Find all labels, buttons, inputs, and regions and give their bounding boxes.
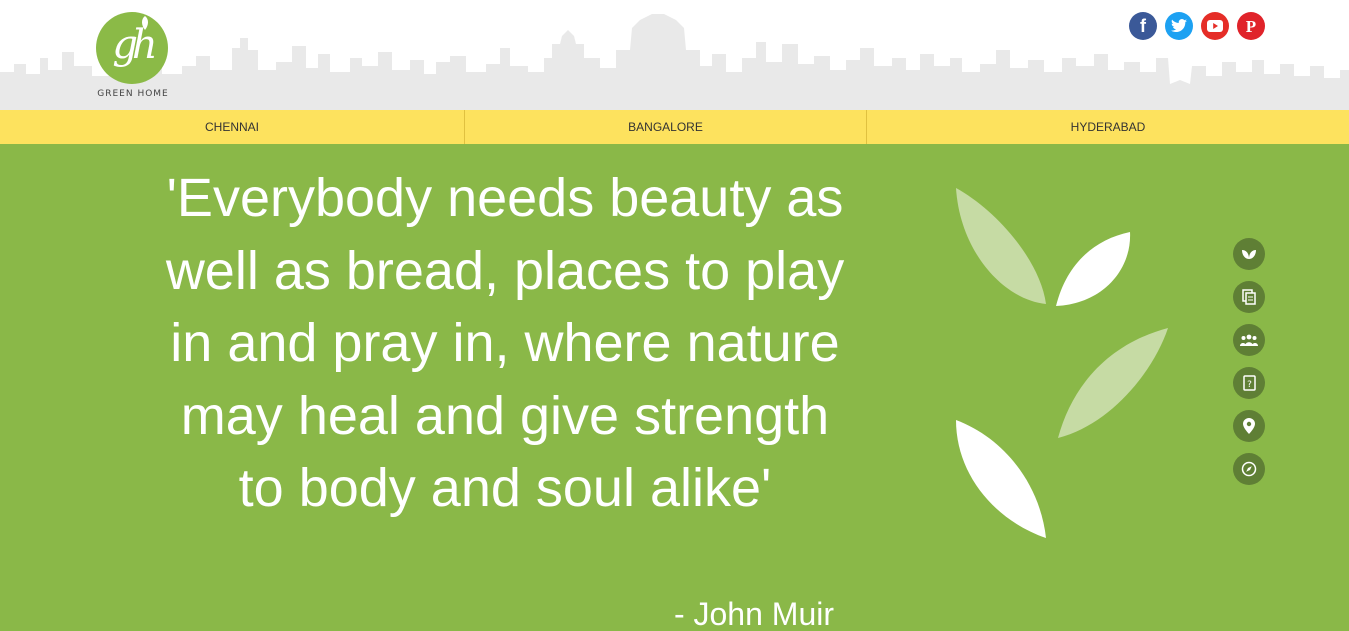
svg-text:?: ?	[1247, 380, 1252, 390]
green-home-logo[interactable]: gh GREEN HOME	[94, 12, 172, 102]
leaf-icon	[142, 16, 148, 30]
youtube-icon[interactable]	[1201, 12, 1229, 40]
location-pin-icon[interactable]	[1233, 410, 1265, 442]
compass-icon[interactable]	[1233, 453, 1265, 485]
twitter-icon[interactable]	[1165, 12, 1193, 40]
site-header: gh GREEN HOME f P	[0, 0, 1349, 110]
nav-item-hyderabad[interactable]: HYDERABAD	[866, 110, 1349, 144]
leaf-shape	[1056, 232, 1131, 306]
leaf-shape	[956, 188, 1046, 304]
nav-item-chennai[interactable]: CHENNAI	[0, 110, 464, 144]
pinterest-icon[interactable]: P	[1237, 12, 1265, 40]
logo-mark: gh	[112, 22, 157, 68]
logo-text: GREEN HOME	[97, 89, 169, 99]
hero-quote: 'Everybody needs beauty as well as bread…	[165, 168, 845, 518]
facebook-icon[interactable]: f	[1129, 12, 1157, 40]
leaf-shape	[1058, 328, 1168, 438]
side-navigation: ?	[1233, 238, 1265, 496]
logo-badge: gh	[96, 12, 168, 84]
nav-item-bangalore[interactable]: BANGALORE	[464, 110, 866, 144]
leaf-shape	[956, 420, 1046, 538]
leaf-icon[interactable]	[1233, 238, 1265, 270]
city-nav: CHENNAI BANGALORE HYDERABAD	[0, 110, 1349, 144]
hero-section: 'Everybody needs beauty as well as bread…	[0, 144, 1349, 631]
contact-book-icon[interactable]: ?	[1233, 367, 1265, 399]
quote-author: - John Muir	[673, 596, 834, 631]
people-icon[interactable]	[1233, 324, 1265, 356]
documents-icon[interactable]	[1233, 281, 1265, 313]
leaves-illustration	[956, 188, 1168, 538]
